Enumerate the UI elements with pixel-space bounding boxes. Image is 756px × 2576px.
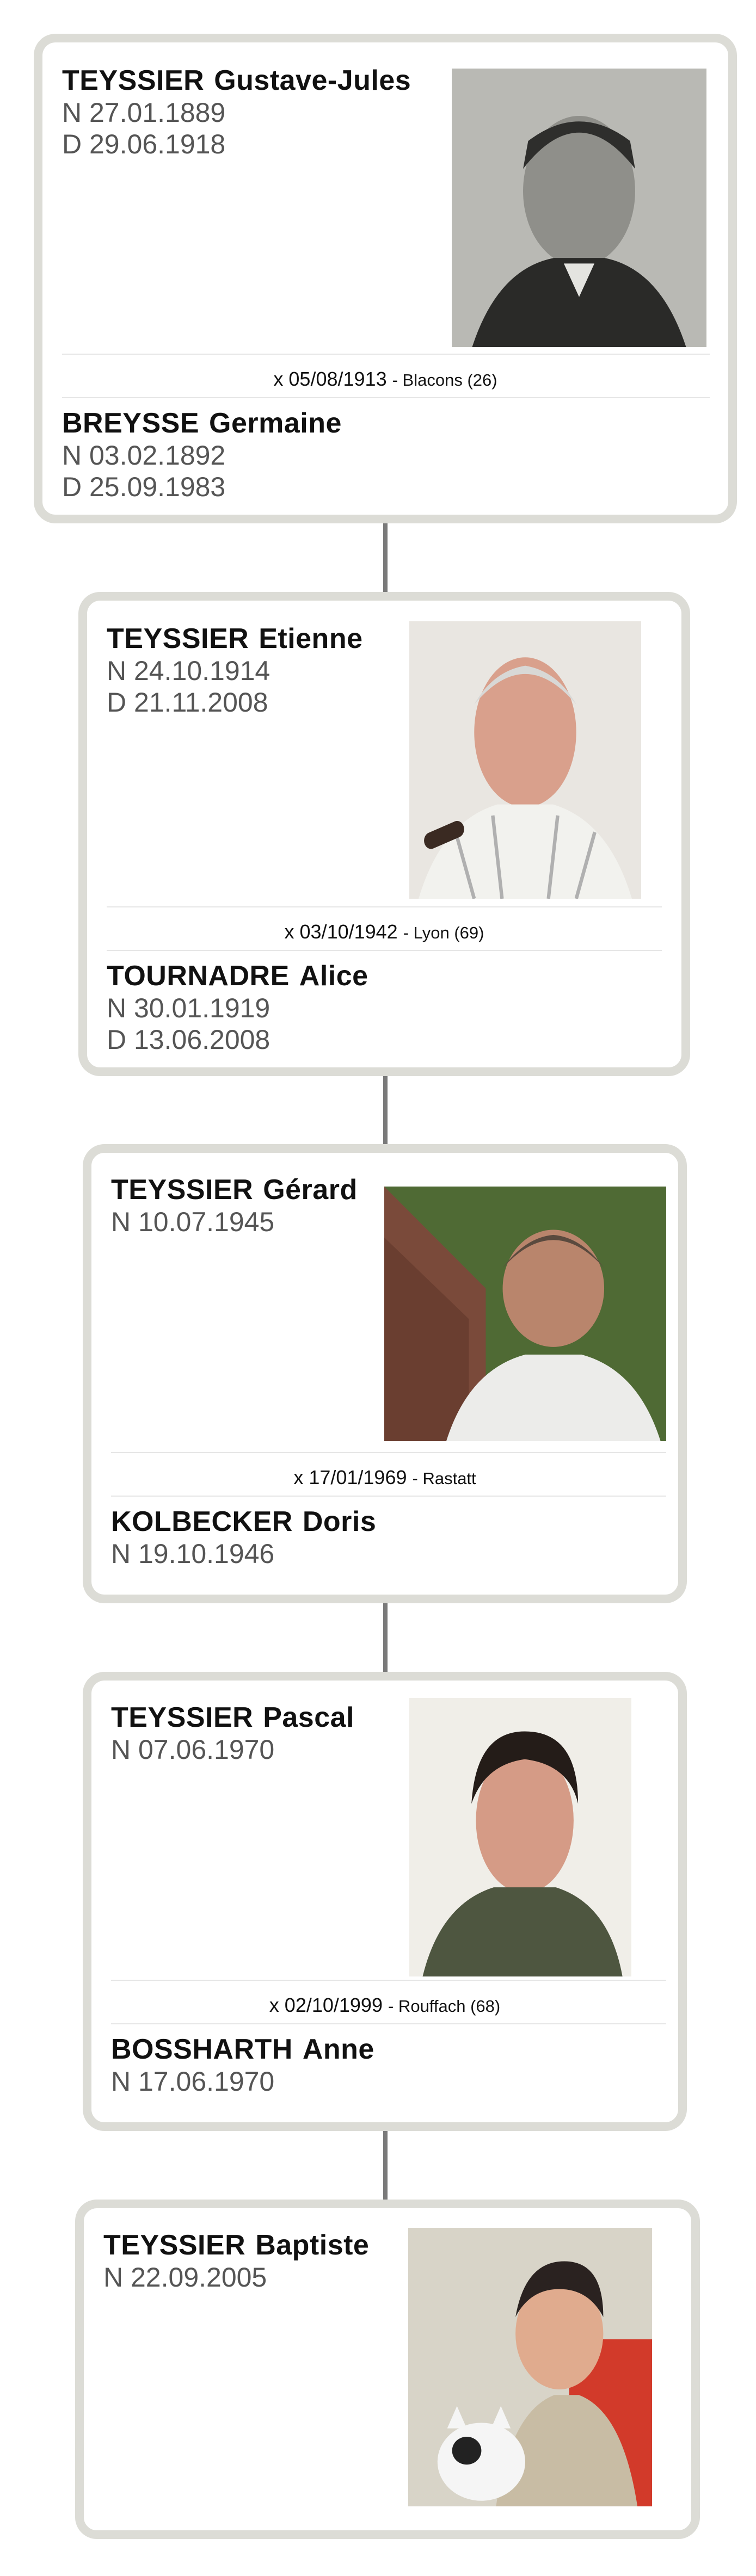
portrait-photo	[452, 69, 706, 347]
marriage-date: x 05/08/1913	[273, 368, 387, 390]
divider	[111, 1496, 666, 1497]
generation-card: TEYSSIER Etienne N 24.10.1914 D 21.11.200…	[78, 592, 690, 1076]
marriage-place: - Rastatt	[412, 1469, 476, 1488]
husband-birth-date: N 27.01.1889	[62, 97, 226, 128]
generation-card: TEYSSIER Baptiste N 22.09.2005	[75, 2200, 700, 2539]
husband-name: TEYSSIER Gustave-Jules	[62, 65, 411, 96]
wife-birth-date: N 03.02.1892	[62, 440, 226, 471]
lineage-connector	[383, 2124, 388, 2206]
husband-birth-date: N 10.07.1945	[111, 1207, 275, 1237]
divider	[111, 1452, 666, 1453]
divider	[107, 950, 662, 951]
husband-death-date: D 21.11.2008	[107, 687, 268, 718]
husband-name: TEYSSIER Gérard	[111, 1174, 358, 1206]
lineage-connector	[383, 517, 388, 598]
husband-birth-date: N 24.10.1914	[107, 656, 271, 686]
wife-name: BREYSSE Germaine	[62, 407, 342, 439]
wife-death-date: D 13.06.2008	[107, 1024, 271, 1055]
generation-card: TEYSSIER Gustave-Jules N 27.01.1889 D 29.…	[34, 34, 737, 523]
marriage-info: x 05/08/1913 - Blacons (26)	[42, 368, 728, 391]
husband-name: TEYSSIER Baptiste	[103, 2229, 370, 2261]
divider	[62, 397, 710, 398]
portrait-photo	[409, 1698, 631, 1976]
wife-name: KOLBECKER Doris	[111, 1506, 377, 1537]
wife-name: TOURNADRE Alice	[107, 960, 368, 992]
divider	[111, 2023, 666, 2024]
husband-name: TEYSSIER Etienne	[107, 623, 363, 654]
divider	[111, 1980, 666, 1981]
marriage-place: - Blacons (26)	[392, 370, 497, 390]
wife-birth-date: N 30.01.1919	[107, 993, 271, 1023]
lineage-connector	[383, 1597, 388, 1678]
divider	[62, 354, 710, 355]
marriage-date: x 02/10/1999	[269, 1994, 383, 2016]
marriage-info: x 02/10/1999 - Rouffach (68)	[91, 1994, 678, 2017]
marriage-date: x 03/10/1942	[284, 921, 398, 943]
wife-name: BOSSHARTH Anne	[111, 2034, 374, 2065]
divider	[107, 906, 662, 907]
portrait-photo	[409, 621, 641, 899]
marriage-info: x 03/10/1942 - Lyon (69)	[87, 921, 681, 943]
wife-birth-date: N 19.10.1946	[111, 1539, 275, 1569]
portrait-photo	[408, 2228, 652, 2506]
marriage-place: - Lyon (69)	[403, 923, 484, 942]
portrait-photo	[384, 1187, 666, 1441]
husband-birth-date: N 07.06.1970	[111, 1734, 275, 1765]
wife-death-date: D 25.09.1983	[62, 472, 226, 502]
lineage-connector	[383, 1069, 388, 1151]
husband-name: TEYSSIER Pascal	[111, 1702, 354, 1733]
generation-card: TEYSSIER Pascal N 07.06.1970 x 02/10/1999…	[83, 1672, 687, 2131]
wife-birth-date: N 17.06.1970	[111, 2066, 275, 2097]
husband-birth-date: N 22.09.2005	[103, 2262, 267, 2293]
marriage-info: x 17/01/1969 - Rastatt	[91, 1466, 678, 1489]
husband-death-date: D 29.06.1918	[62, 129, 226, 159]
generation-card: TEYSSIER Gérard N 10.07.1945 x 17/01/1969…	[83, 1144, 687, 1603]
marriage-date: x 17/01/1969	[293, 1466, 407, 1488]
marriage-place: - Rouffach (68)	[388, 1997, 501, 2016]
